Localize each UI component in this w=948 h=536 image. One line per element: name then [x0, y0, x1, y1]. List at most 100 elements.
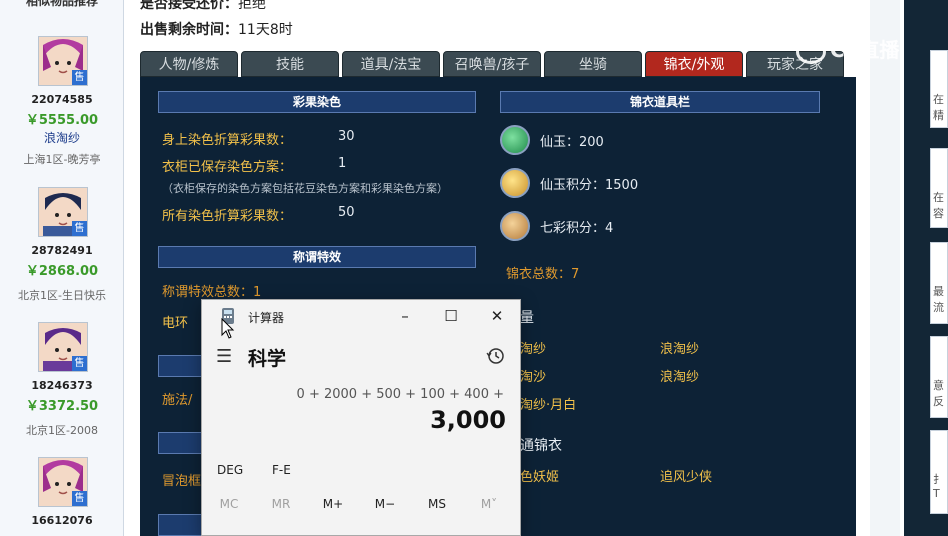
seller-price: ￥5555.00	[25, 113, 99, 128]
calculator-title: 计算器	[248, 311, 285, 325]
jade-coin-icon	[500, 125, 530, 155]
cc-live-watermark: CC直播	[796, 34, 899, 64]
mr-button[interactable]: MR	[261, 497, 301, 511]
seller-id: 16612076	[31, 514, 93, 527]
right-card[interactable]: 在 精	[930, 50, 948, 128]
title-effect-item: 电环	[162, 316, 189, 331]
seller-id: 28782491	[31, 244, 93, 257]
wardrobe-item: 仙玉积分：1500	[540, 178, 639, 193]
ms-button[interactable]: MS	[417, 497, 457, 511]
outfit-item: 追风少侠	[660, 470, 713, 485]
hamburger-menu-icon[interactable]: ☰	[216, 346, 232, 367]
seller-name[interactable]: 浪淘纱	[0, 129, 124, 146]
memory-list-button[interactable]: M˅	[469, 497, 509, 511]
sold-badge: 售	[72, 491, 87, 506]
right-card[interactable]: 最 流	[930, 242, 948, 324]
right-card-text: 扌	[933, 473, 944, 486]
outfit-item: 色妖姬	[520, 470, 560, 485]
right-card-text: 容	[933, 207, 944, 220]
mc-button[interactable]: MC	[209, 497, 249, 511]
title-effects-total: 称谓特效总数：1	[162, 285, 262, 300]
tab-summons[interactable]: 召唤兽/孩子	[443, 51, 541, 77]
remaining-label: 出售剩余时间：	[140, 22, 238, 38]
cc-logo-icon	[796, 39, 826, 64]
section-bar-partial	[158, 355, 202, 377]
right-card-text: 在	[933, 191, 944, 204]
dye-row-value: 30	[338, 129, 355, 144]
tab-items[interactable]: 道具/法宝	[342, 51, 440, 77]
maximize-button[interactable]: ☐	[436, 305, 466, 327]
m-minus-button[interactable]: M−	[365, 497, 405, 511]
m-plus-button[interactable]: M+	[313, 497, 353, 511]
dye-note: （衣柜保存的染色方案包括花豆染色方案和彩果染色方案）	[162, 182, 448, 195]
avatar[interactable]: 售	[38, 457, 88, 507]
outfit-item: 淘纱	[520, 342, 547, 357]
seller-server: 上海1区-晚芳亭	[23, 153, 101, 166]
right-card-text: 最	[933, 285, 944, 298]
watermark-text: CC直播	[830, 38, 900, 62]
wardrobe-section-title: 锦衣道具栏	[500, 91, 820, 113]
tab-wardrobe[interactable]: 锦衣/外观	[645, 51, 743, 77]
close-button[interactable]: ✕	[482, 305, 512, 327]
deg-toggle[interactable]: DEG	[217, 463, 243, 477]
sold-badge: 售	[72, 70, 87, 85]
calculator-window[interactable]: 计算器 – ☐ ✕ ☰ 科学 0 + 2000 + 500 + 100 + 40…	[201, 299, 521, 536]
seller-price: ￥2868.00	[25, 264, 99, 279]
outfit-item: 淘沙	[520, 370, 547, 385]
wardrobe-quantity-label: 量	[520, 310, 534, 326]
bargain-label: 是否接受还价：	[140, 0, 238, 12]
section-bar-partial	[158, 514, 202, 536]
history-icon[interactable]	[485, 345, 507, 367]
remaining-value: 11天8时	[238, 22, 293, 38]
dye-row-label: 身上染色折算彩果数：	[162, 133, 293, 148]
right-card-text: 反	[933, 395, 944, 408]
jade-points-icon	[500, 168, 530, 198]
calculator-result: 3,000	[430, 406, 506, 434]
dye-row-label: 所有染色折算彩果数：	[162, 209, 293, 224]
avatar[interactable]: 售	[38, 36, 88, 86]
fe-toggle[interactable]: F-E	[272, 463, 291, 477]
calculator-mode: 科学	[248, 348, 287, 370]
minimize-button[interactable]: –	[390, 305, 420, 327]
tab-mounts[interactable]: 坐骑	[544, 51, 642, 77]
right-card[interactable]: 在 容	[930, 148, 948, 228]
tab-skills[interactable]: 技能	[241, 51, 339, 77]
right-card[interactable]: 扌 T	[930, 430, 948, 514]
bargain-row: 是否接受还价：拒绝	[140, 0, 266, 13]
right-card-text: 流	[933, 301, 944, 314]
outfit-item: 浪淘纱	[660, 370, 700, 385]
right-card[interactable]: 意 反	[930, 336, 948, 418]
right-card-text: 意	[933, 379, 944, 392]
bargain-value: 拒绝	[238, 0, 266, 12]
wardrobe-total: 锦衣总数：7	[506, 267, 580, 282]
dye-row-value: 50	[338, 205, 355, 220]
dye-row-value: 1	[338, 156, 347, 171]
wardrobe-item: 七彩积分：4	[540, 221, 614, 236]
seller-price: ￥3372.50	[25, 399, 99, 414]
seller-card[interactable]: 售 28782491 ￥2868.00 北京1区-生日快乐	[0, 187, 124, 307]
tab-character[interactable]: 人物/修炼	[140, 51, 238, 77]
avatar[interactable]: 售	[38, 187, 88, 237]
seller-id: 22074585	[31, 93, 93, 106]
seller-id: 18246373	[31, 379, 93, 392]
seller-card[interactable]: 售 18246373 ￥3372.50 北京1区-2008	[0, 322, 124, 442]
calculator-expression: 0 + 2000 + 500 + 100 + 400 +	[296, 387, 504, 402]
rainbow-points-icon	[500, 211, 530, 241]
seller-server: 北京1区-2008	[26, 424, 98, 437]
outfit-item: 淘纱·月白	[520, 398, 577, 413]
outfit-item: 浪淘纱	[660, 342, 700, 357]
mouse-cursor-icon	[221, 318, 235, 339]
section-bar-partial	[158, 432, 202, 454]
seller-server: 北京1区-生日快乐	[18, 289, 106, 302]
dye-row-label: 衣柜已保存染色方案：	[162, 160, 293, 175]
partial-row: 施法/	[162, 393, 193, 408]
sold-badge: 售	[72, 356, 87, 371]
wardrobe-item: 仙玉：200	[540, 135, 604, 150]
right-card-text: 精	[933, 109, 944, 122]
seller-card[interactable]: 售 22074585 ￥5555.00 浪淘纱 上海1区-晚芳亭	[0, 36, 124, 176]
sold-badge: 售	[72, 221, 87, 236]
normal-outfits-label: 通锦衣	[520, 438, 562, 454]
seller-card[interactable]: 售 16612076	[0, 457, 124, 536]
sidebar-header: 相似物品推荐	[25, 0, 98, 8]
avatar[interactable]: 售	[38, 322, 88, 372]
